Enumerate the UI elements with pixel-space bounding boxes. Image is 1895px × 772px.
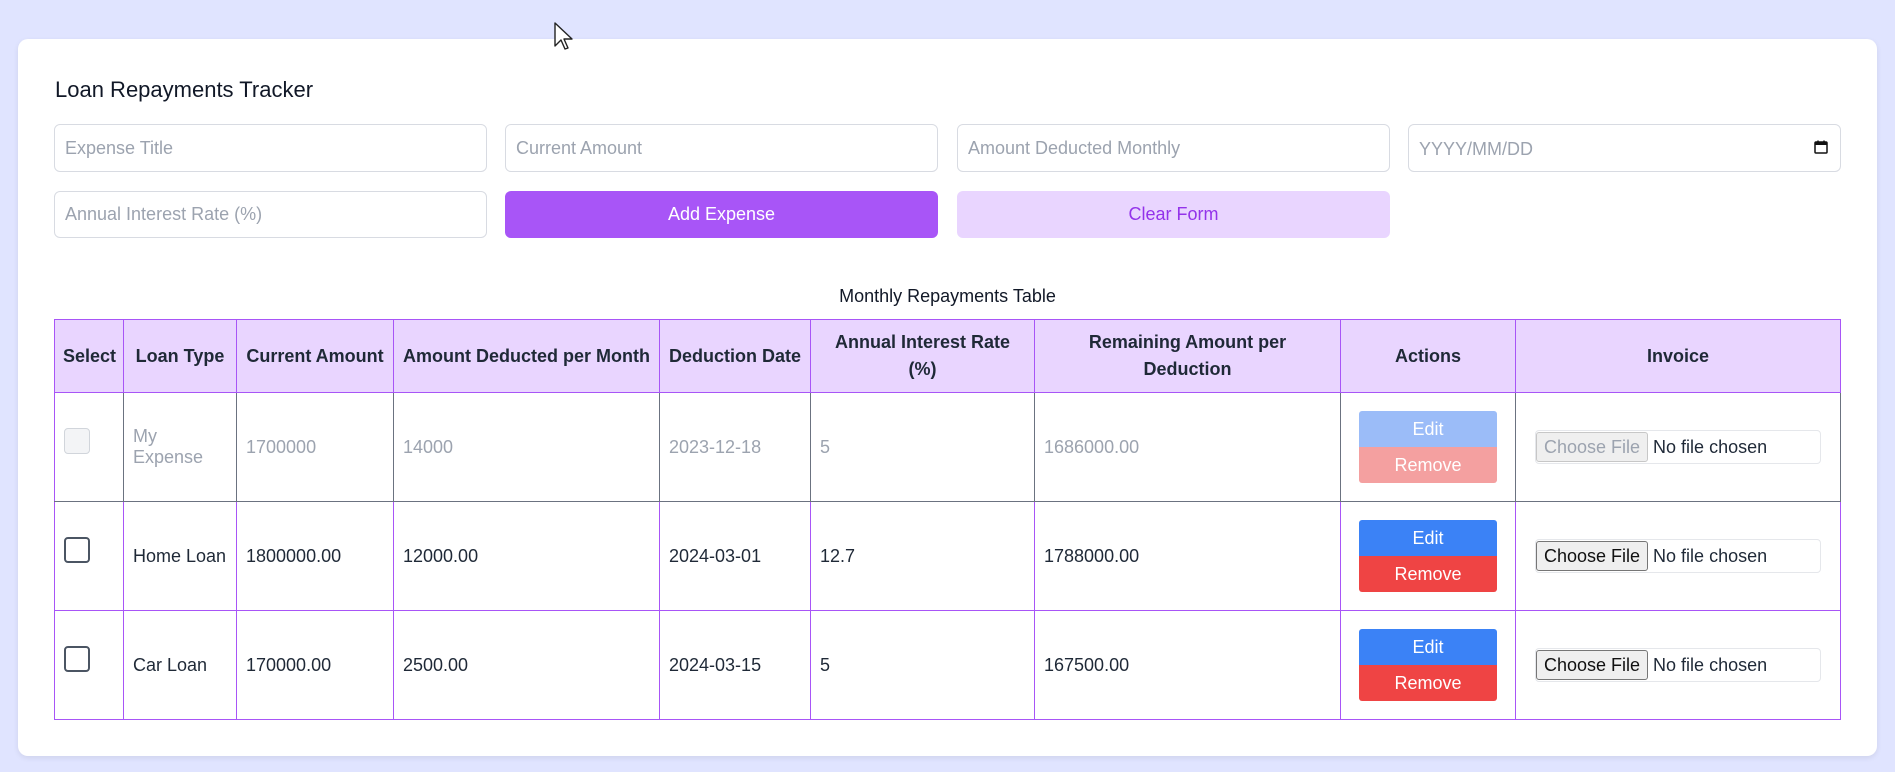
row-checkbox	[64, 428, 90, 454]
loan-type-cell: Car Loan	[123, 610, 237, 720]
file-status: No file chosen	[1653, 545, 1768, 566]
remaining-cell: 167500.00	[1034, 610, 1341, 720]
invoice-cell: Choose File No file chosen	[1515, 610, 1841, 720]
edit-button[interactable]: Edit	[1359, 520, 1497, 556]
table-row: Car Loan 170000.00 2500.00 2024-03-15 5 …	[54, 610, 1841, 720]
table-row: Home Loan 1800000.00 12000.00 2024-03-01…	[54, 501, 1841, 611]
deduction-date-cell: 2024-03-15	[659, 610, 811, 720]
current-amount-cell: 1800000.00	[236, 501, 394, 611]
expense-title-input[interactable]	[54, 124, 487, 172]
remove-button[interactable]: Remove	[1359, 447, 1497, 483]
remaining-cell: 1788000.00	[1034, 501, 1341, 611]
header-amount-deducted: Amount Deducted per Month	[393, 319, 660, 393]
select-cell	[54, 392, 124, 502]
tracker-card: Loan Repayments Tracker YYYY/MM/DD Add E…	[18, 39, 1877, 756]
interest-rate-input[interactable]	[54, 191, 487, 238]
invoice-file-input[interactable]: Choose File No file chosen	[1535, 539, 1821, 573]
amount-deducted-cell: 12000.00	[393, 501, 660, 611]
page-title: Loan Repayments Tracker	[55, 77, 314, 102]
header-current-amount: Current Amount	[236, 319, 394, 393]
current-amount-cell: 1700000	[236, 392, 394, 502]
interest-rate-cell: 5	[810, 610, 1035, 720]
remove-button[interactable]: Remove	[1359, 556, 1497, 592]
deduction-date-cell: 2024-03-01	[659, 501, 811, 611]
actions-cell: Edit Remove	[1340, 501, 1516, 611]
file-status: No file chosen	[1653, 436, 1768, 457]
actions-cell: Edit Remove	[1340, 610, 1516, 720]
file-status: No file chosen	[1653, 654, 1768, 675]
amount-deducted-input[interactable]	[957, 124, 1390, 172]
header-select: Select	[54, 319, 124, 393]
choose-file-button[interactable]: Choose File	[1536, 432, 1649, 462]
invoice-cell: Choose File No file chosen	[1515, 392, 1841, 502]
header-deduction-date: Deduction Date	[659, 319, 811, 393]
deduction-date-cell: 2023-12-18	[659, 392, 811, 502]
header-interest-rate: Annual Interest Rate (%)	[810, 319, 1035, 393]
invoice-cell: Choose File No file chosen	[1515, 501, 1841, 611]
table-row: My Expense 1700000 14000 2023-12-18 5 16…	[54, 392, 1841, 502]
header-actions: Actions	[1340, 319, 1516, 393]
mouse-cursor-icon	[554, 22, 573, 50]
interest-rate-cell: 5	[810, 392, 1035, 502]
add-expense-button[interactable]: Add Expense	[505, 191, 938, 238]
header-invoice: Invoice	[1515, 319, 1841, 393]
current-amount-cell: 170000.00	[236, 610, 394, 720]
remaining-cell: 1686000.00	[1034, 392, 1341, 502]
date-placeholder: YYYY/MM/DD	[1419, 139, 1534, 159]
row-checkbox[interactable]	[64, 646, 90, 672]
edit-button[interactable]: Edit	[1359, 629, 1497, 665]
calendar-icon[interactable]	[1814, 140, 1828, 154]
remove-button[interactable]: Remove	[1359, 665, 1497, 701]
invoice-file-input[interactable]: Choose File No file chosen	[1535, 648, 1821, 682]
choose-file-button[interactable]: Choose File	[1536, 541, 1649, 571]
repayments-table: Select Loan Type Current Amount Amount D…	[54, 319, 1841, 720]
current-amount-input[interactable]	[505, 124, 938, 172]
amount-deducted-cell: 2500.00	[393, 610, 660, 720]
choose-file-button[interactable]: Choose File	[1536, 650, 1649, 680]
actions-cell: Edit Remove	[1340, 392, 1516, 502]
invoice-file-input[interactable]: Choose File No file chosen	[1535, 430, 1821, 464]
loan-type-cell: Home Loan	[123, 501, 237, 611]
edit-button[interactable]: Edit	[1359, 411, 1497, 447]
select-cell	[54, 610, 124, 720]
row-checkbox[interactable]	[64, 537, 90, 563]
interest-rate-cell: 12.7	[810, 501, 1035, 611]
select-cell	[54, 501, 124, 611]
clear-form-button[interactable]: Clear Form	[957, 191, 1390, 238]
date-input[interactable]: YYYY/MM/DD	[1408, 124, 1841, 172]
table-header-row: Select Loan Type Current Amount Amount D…	[54, 319, 1841, 393]
header-remaining: Remaining Amount per Deduction	[1034, 319, 1341, 393]
header-loan-type: Loan Type	[123, 319, 237, 393]
table-caption: Monthly Repayments Table	[839, 286, 1056, 306]
loan-type-cell: My Expense	[123, 392, 237, 502]
amount-deducted-cell: 14000	[393, 392, 660, 502]
